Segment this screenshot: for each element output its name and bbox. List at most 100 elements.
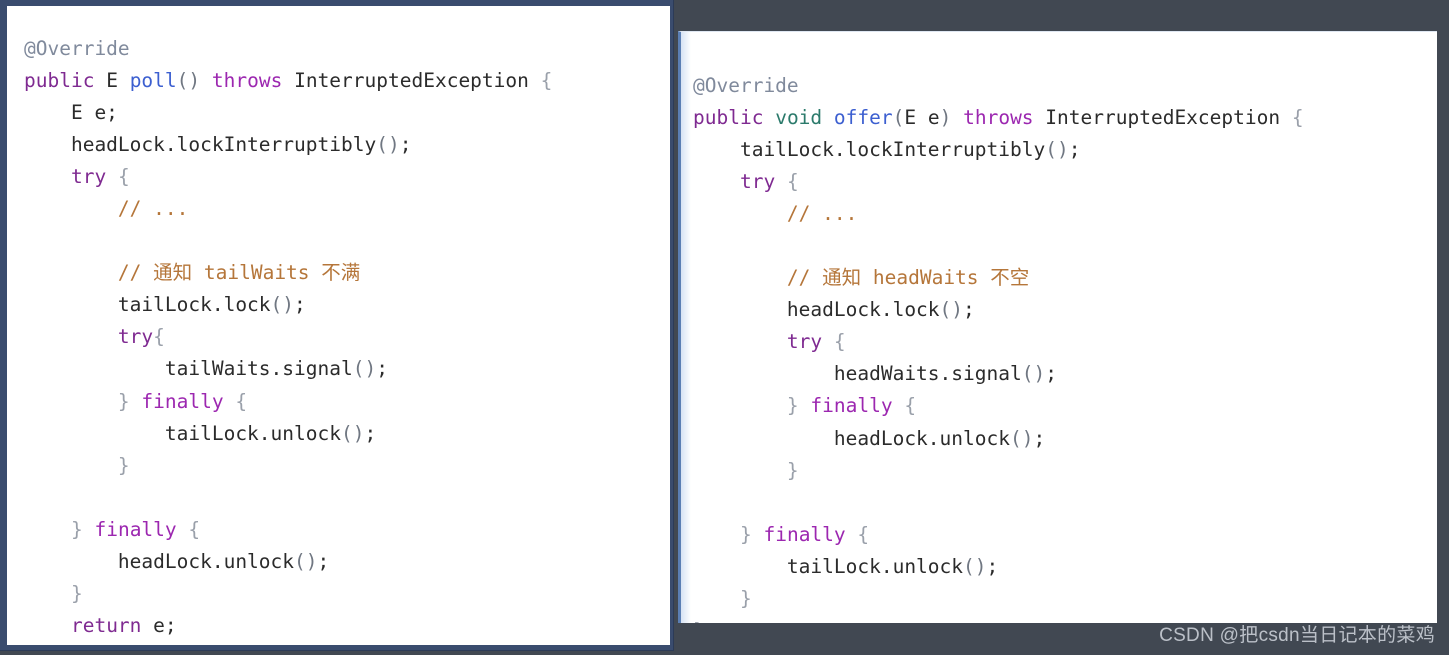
code-token: finally [141, 389, 224, 413]
code-token: tailLock.lock [24, 293, 271, 317]
code-token: throws [963, 105, 1034, 129]
code-token: ; [364, 421, 377, 445]
code-token: finally [94, 517, 177, 541]
code-token: e; [141, 614, 177, 638]
code-token: } [739, 522, 752, 546]
code-token: throws [211, 68, 283, 92]
code-token: } [24, 646, 36, 650]
code-token: @Override [24, 36, 130, 60]
code-token: { [117, 164, 130, 188]
code-token: ; [399, 132, 412, 156]
code-token: headLock.unlock [693, 426, 1010, 450]
code-token: ; [1045, 362, 1057, 386]
code-token: ; [963, 298, 975, 322]
code-token: headWaits.signal [693, 362, 1022, 386]
code-token: } [117, 453, 130, 477]
code-panel-poll[interactable]: @Override public E poll() throws Interru… [0, 0, 673, 650]
code-token: } [693, 619, 705, 623]
code-token: tailLock.unlock [693, 554, 964, 578]
code-token: } [70, 517, 83, 541]
code-token: } [786, 394, 799, 418]
code-token: tailLock.lockInterruptibly [693, 137, 1046, 161]
code-token: { [833, 330, 846, 354]
code-token: return [70, 614, 142, 638]
code-token: // 通知 headWaits 不空 [786, 266, 1030, 290]
csdn-watermark: CSDN @把csdn当日记本的菜鸡 [1159, 625, 1435, 646]
code-token: { [904, 394, 917, 418]
code-token: E [94, 68, 130, 92]
code-token: InterruptedException [1033, 105, 1292, 129]
code-token: E e; [24, 100, 118, 124]
code-token: ; [376, 357, 388, 381]
code-token: } [739, 587, 752, 610]
code-panel-offer[interactable]: @Override public void offer(E e) throws … [678, 31, 1437, 623]
code-token: headLock.lockInterruptibly [24, 132, 377, 156]
code-token: try [117, 325, 154, 349]
code-block-offer[interactable]: @Override public void offer(E e) throws … [681, 52, 1437, 624]
code-token: { [1291, 105, 1304, 129]
code-token: () [1021, 362, 1046, 386]
code-token: headLock.unlock [24, 550, 295, 573]
code-token: InterruptedException [282, 68, 541, 92]
code-token: () [176, 68, 201, 92]
code-token: { [786, 169, 799, 193]
code-token: () [340, 421, 365, 445]
code-token: () [270, 293, 295, 317]
code-token: () [352, 357, 377, 381]
code-token: ; [986, 554, 999, 578]
code-token: () [376, 132, 400, 156]
code-token: offer [833, 105, 893, 129]
code-token: } [786, 458, 799, 482]
code-token: () [939, 298, 964, 322]
code-token: ; [294, 293, 306, 317]
code-token: { [540, 68, 553, 92]
code-token: } [70, 582, 83, 606]
code-token: } [117, 389, 130, 413]
code-token: () [1009, 426, 1034, 450]
code-token: { [188, 517, 201, 541]
code-token: // ... [786, 201, 858, 225]
code-token: ; [1033, 426, 1046, 450]
code-token: () [1045, 137, 1069, 161]
code-token: E e [904, 105, 940, 129]
code-token: try [70, 164, 107, 188]
code-token: ; [1068, 137, 1081, 161]
code-token: headLock.lock [693, 298, 940, 322]
code-token: try [786, 330, 823, 354]
code-block-poll[interactable]: @Override public E poll() throws Interru… [7, 26, 670, 650]
code-token: // ... [117, 196, 189, 220]
code-token: () [294, 550, 318, 573]
code-token: poll [129, 68, 177, 92]
